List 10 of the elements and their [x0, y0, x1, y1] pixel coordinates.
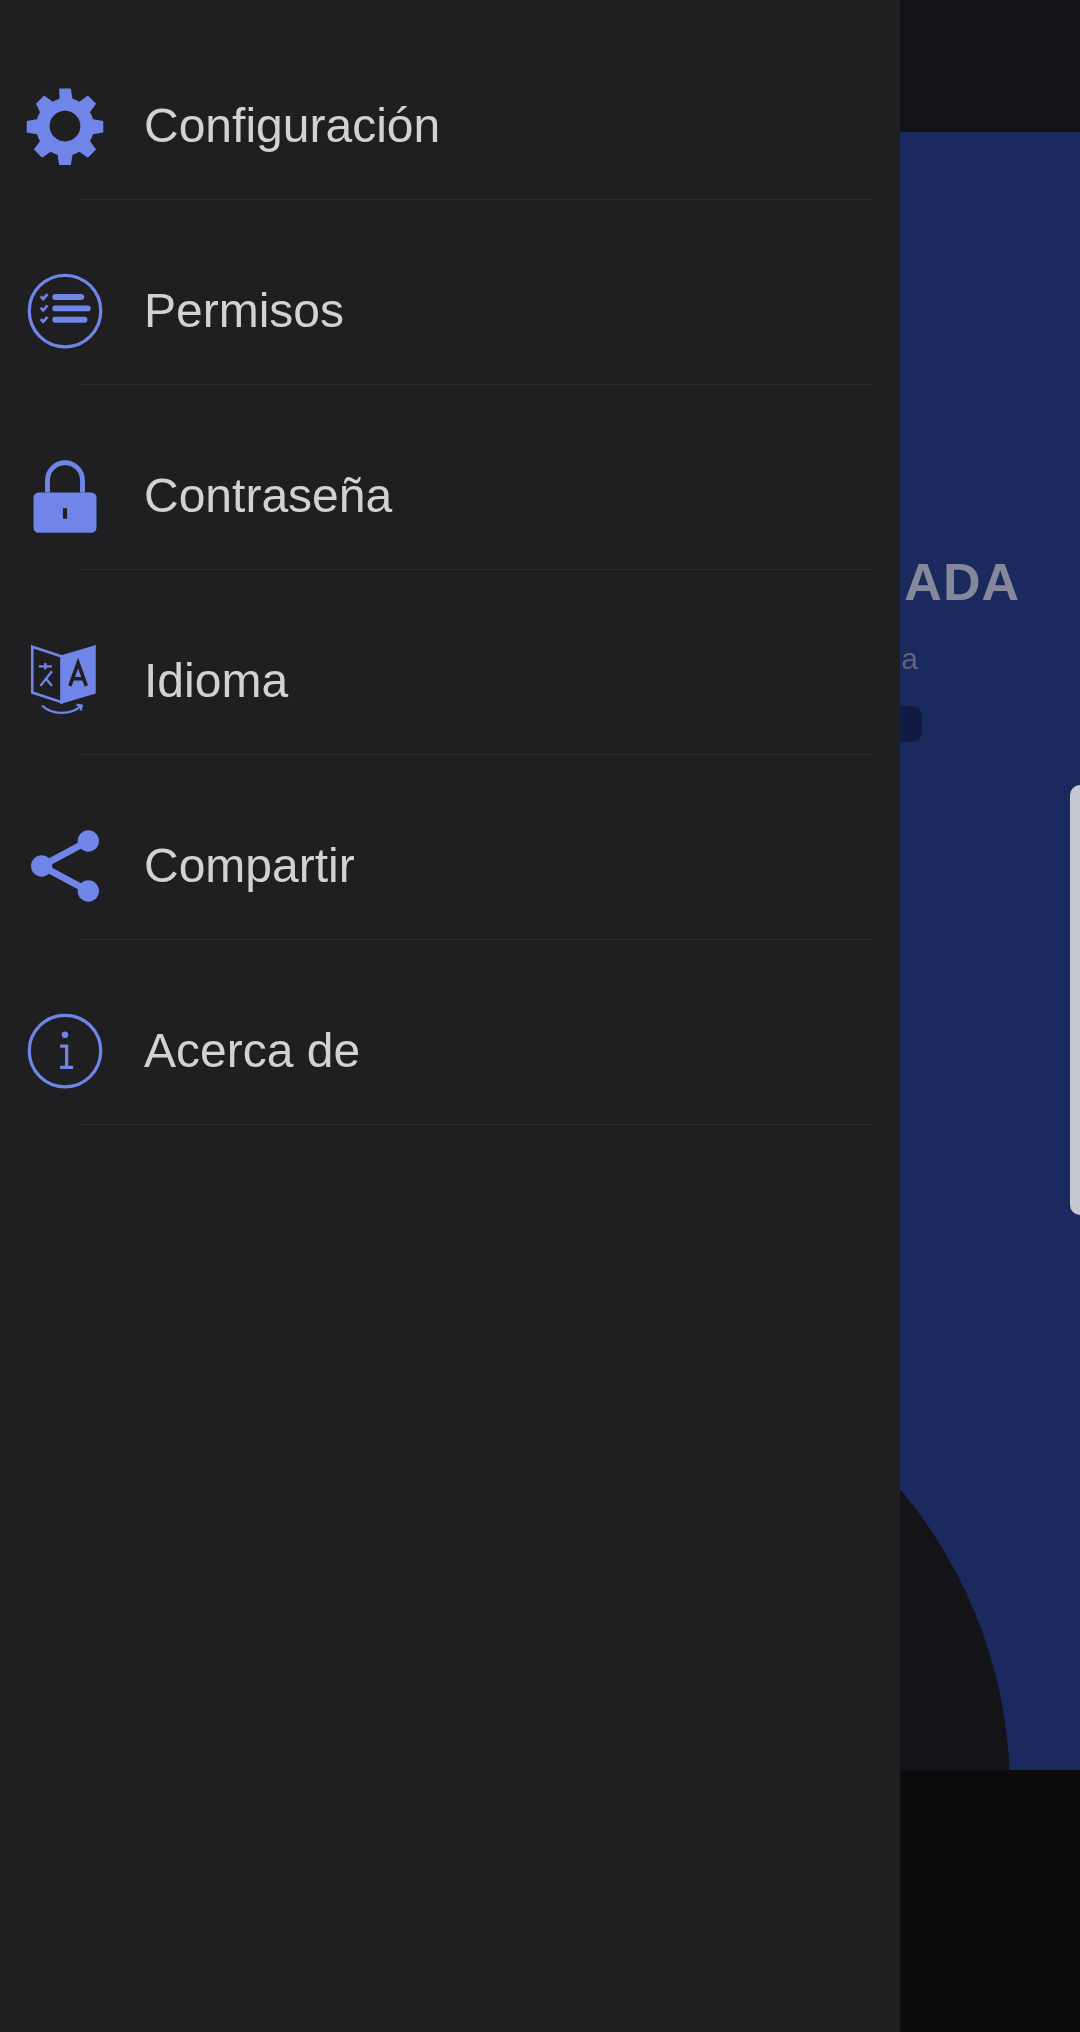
- menu-item[interactable]: Acerca de: [0, 958, 900, 1143]
- menu-item[interactable]: Configuración: [0, 33, 900, 218]
- headline-text: ADA: [904, 552, 1020, 612]
- menu-item[interactable]: Compartir: [0, 773, 900, 958]
- subtitle-text: a: [901, 642, 918, 676]
- menu-item[interactable]: Permisos: [0, 218, 900, 403]
- checklist-icon: [26, 271, 104, 350]
- menu-item[interactable]: Idioma: [0, 588, 900, 773]
- info-icon: [26, 1011, 104, 1090]
- menu-item[interactable]: Contraseña: [0, 403, 900, 588]
